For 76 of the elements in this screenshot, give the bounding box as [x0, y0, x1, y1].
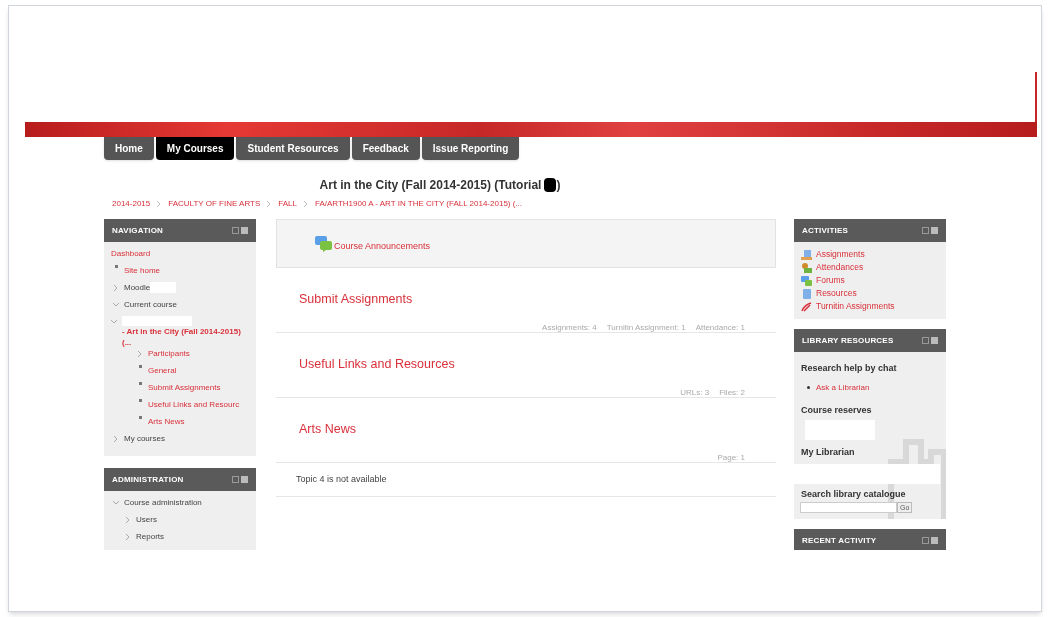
section-title[interactable]: Submit Assignments	[299, 290, 745, 309]
nav-tab[interactable]: Issue Reporting	[421, 137, 520, 160]
tree-item[interactable]: Site home	[124, 265, 161, 276]
block-title: ACTIVITIES	[802, 224, 848, 237]
bullet-icon	[138, 365, 142, 368]
section-title[interactable]: Arts News	[299, 420, 745, 439]
activity-link[interactable]: Resources	[816, 287, 857, 300]
tree-item[interactable]: Current course	[124, 299, 177, 310]
section-heading: My Librarian	[801, 446, 856, 459]
chevron-right-icon	[137, 350, 143, 358]
nav-tab[interactable]: Student Resources	[236, 137, 350, 160]
bullet-icon	[138, 399, 142, 402]
nav-tab[interactable]: Feedback	[351, 137, 420, 160]
chevron-right-icon	[303, 200, 309, 208]
course-announcements-link[interactable]: Course Announcements	[334, 239, 431, 254]
block-title: ADMINISTRATION	[112, 473, 184, 486]
redaction-mark	[544, 178, 557, 192]
tree-item[interactable]: Submit Assignments	[148, 382, 221, 393]
topic-unavailable-text: Topic 4 is not available	[296, 472, 387, 486]
nav-tab[interactable]: Home	[104, 137, 154, 160]
tree-item[interactable]: Participants	[148, 348, 190, 359]
catalogue-search-field[interactable]	[800, 502, 897, 513]
bullet-icon	[138, 416, 142, 419]
breadcrumb-link[interactable]: FACULTY OF FINE ARTS	[168, 198, 261, 210]
block-controls-icon[interactable]	[232, 476, 248, 483]
tree-item[interactable]: Useful Links and Resourc	[148, 399, 240, 410]
ask-librarian-link[interactable]: Ask a Librarian	[816, 381, 870, 394]
page-title: Art in the City (Fall 2014-2015) (Tutorial	[319, 177, 542, 194]
activity-link[interactable]: Forums	[816, 274, 845, 287]
tree-item[interactable]: Moodle	[124, 282, 151, 293]
tree-item[interactable]: Course administration	[124, 497, 202, 508]
activity-count: Files: 2	[719, 386, 745, 399]
activity-count: Attendance: 1	[695, 321, 745, 334]
activity-count: Assignments: 4	[542, 321, 597, 334]
block-controls-icon[interactable]	[922, 537, 938, 544]
block-controls-icon[interactable]	[232, 227, 248, 234]
block-controls-icon[interactable]	[922, 337, 938, 344]
breadcrumb-link[interactable]: FA/ARTH1900 A - ART IN THE CITY (FALL 2014-2015) (...	[315, 198, 523, 210]
tree-item[interactable]: Arts News	[148, 416, 185, 427]
tree-item[interactable]: Reports	[136, 531, 164, 542]
block-controls-icon[interactable]	[922, 227, 938, 234]
block-title: NAVIGATION	[112, 224, 164, 237]
chevron-right-icon	[266, 200, 273, 208]
bullet-icon	[114, 265, 118, 268]
nav-tab[interactable]: My Courses	[155, 137, 235, 160]
block-title: RECENT ACTIVITY	[802, 534, 877, 547]
bullet-icon	[138, 382, 142, 385]
activity-count: Page: 1	[717, 451, 745, 464]
breadcrumb-link[interactable]: FALL	[278, 198, 297, 210]
bullet-icon	[807, 386, 810, 389]
block-title: LIBRARY RESOURCES	[802, 334, 894, 347]
section-title[interactable]: Useful Links and Resources	[299, 355, 745, 374]
chat-bubbles-icon	[315, 235, 333, 252]
tree-item[interactable]: Users	[136, 514, 157, 525]
tree-item[interactable]: Dashboard	[111, 248, 151, 259]
activity-link[interactable]: Assignments	[816, 248, 865, 261]
activity-link[interactable]: Attendances	[816, 261, 864, 274]
chevron-down-icon	[113, 499, 119, 507]
chevron-right-icon	[125, 516, 131, 524]
section-heading: Course reserves	[801, 403, 873, 417]
breadcrumb-link[interactable]: 2014-2015	[112, 198, 151, 210]
chevron-right-icon	[156, 200, 163, 208]
tree-item[interactable]: - Art in the City (Fall 2014-2015) (...	[121, 326, 252, 348]
chevron-right-icon	[113, 284, 119, 292]
activity-link[interactable]: Turnitin Assignments	[816, 300, 895, 313]
section-heading: Search library catalogue	[801, 487, 907, 501]
activity-count: Turnitin Assignment: 1	[606, 321, 686, 334]
chevron-down-icon	[111, 318, 117, 326]
page-title-end: )	[556, 177, 561, 194]
section-heading: Research help by chat	[801, 362, 898, 375]
activity-count: URLs: 3	[680, 386, 710, 399]
chevron-right-icon	[125, 533, 131, 541]
chevron-right-icon	[113, 435, 119, 443]
tree-item[interactable]: General	[148, 365, 177, 376]
chevron-down-icon	[113, 301, 119, 309]
tree-item[interactable]: My courses	[124, 433, 165, 444]
